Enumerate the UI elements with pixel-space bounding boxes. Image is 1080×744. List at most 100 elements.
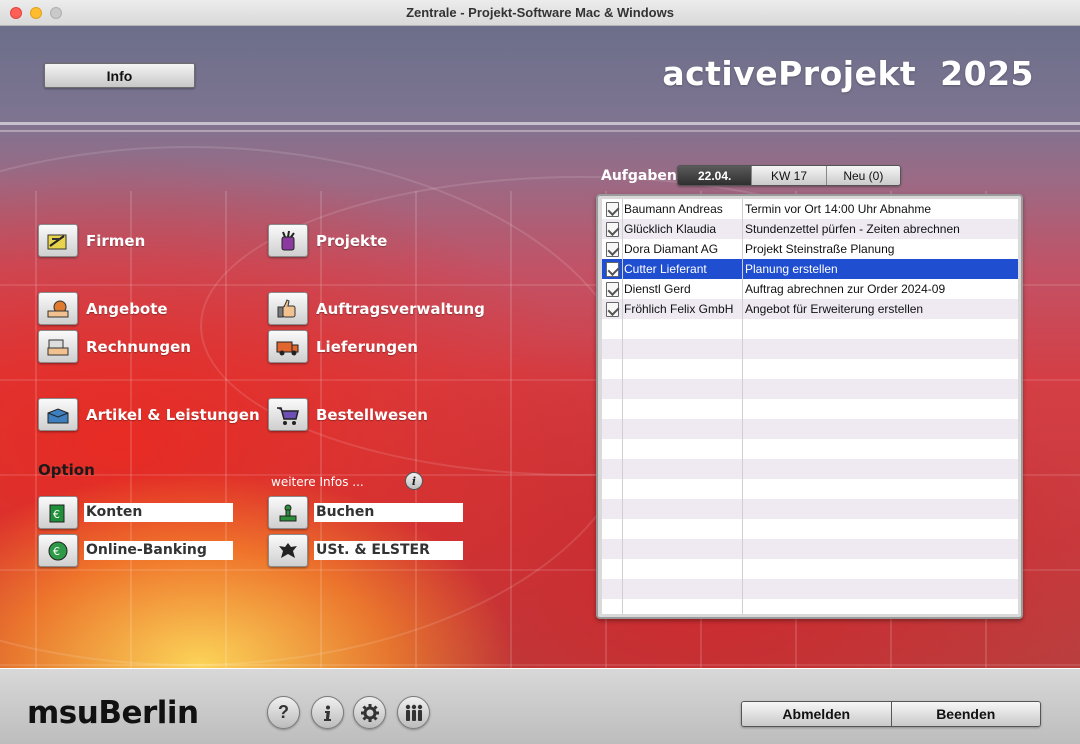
task-row[interactable]: Baumann Andreas Termin vor Ort 14:00 Uhr …	[602, 199, 1018, 219]
task-checkbox-icon[interactable]	[602, 259, 622, 279]
option-label: Konten	[84, 503, 233, 522]
empty-row	[602, 399, 1018, 419]
thumbs-up-icon	[268, 292, 308, 325]
window-title: Zentrale - Projekt-Software Mac & Window…	[406, 5, 674, 20]
euro-coin-icon: €	[38, 534, 78, 567]
task-contact: Cutter Lieferant	[624, 262, 707, 276]
module-label: Firmen	[86, 231, 146, 250]
module-bestellwesen[interactable]: Bestellwesen	[268, 398, 428, 431]
tasks-filter-tabs: 22.04. KW 17 Neu (0)	[677, 165, 901, 186]
task-row[interactable]: Dienstl Gerd Auftrag abrechnen zur Order …	[602, 279, 1018, 299]
module-lieferungen[interactable]: Lieferungen	[268, 330, 418, 363]
settings-icon[interactable]	[353, 696, 386, 729]
federal-eagle-icon	[268, 534, 308, 567]
module-artikel[interactable]: Artikel & Leistungen	[38, 398, 260, 431]
window-titlebar: Zentrale - Projekt-Software Mac & Window…	[0, 0, 1080, 26]
maximize-window-button[interactable]	[50, 7, 62, 19]
option-online-banking[interactable]: € Online-Banking	[38, 534, 233, 567]
more-info-icon[interactable]: i	[405, 472, 423, 490]
task-checkbox-icon[interactable]	[602, 219, 622, 239]
tab-new[interactable]: Neu (0)	[826, 166, 900, 185]
module-label: Bestellwesen	[316, 405, 428, 424]
task-checkbox-icon[interactable]	[602, 199, 622, 219]
quit-button[interactable]: Beenden	[891, 702, 1040, 726]
empty-row	[602, 539, 1018, 559]
task-description: Planung erstellen	[745, 262, 838, 276]
svg-text:€: €	[53, 545, 60, 558]
brand-title: activeProjekt 2025	[662, 54, 1034, 93]
module-auftragsverwaltung[interactable]: Auftragsverwaltung	[268, 292, 485, 325]
tasks-rows: Baumann Andreas Termin vor Ort 14:00 Uhr …	[602, 199, 1018, 614]
info-button[interactable]: Info	[44, 63, 195, 88]
empty-row	[602, 559, 1018, 579]
option-heading: Option	[38, 461, 95, 479]
column-divider	[742, 199, 743, 614]
option-ust-elster[interactable]: USt. & ELSTER	[268, 534, 463, 567]
module-label: Rechnungen	[86, 337, 191, 356]
accounts-icon: €	[38, 496, 78, 529]
module-firmen[interactable]: Firmen	[38, 224, 145, 257]
task-contact: Glücklich Klaudia	[624, 222, 717, 236]
empty-row	[602, 579, 1018, 599]
module-projekte[interactable]: Projekte	[268, 224, 387, 257]
task-description: Stundenzettel pürfen - Zeiten abrechnen	[745, 222, 960, 236]
module-rechnungen[interactable]: Rechnungen	[38, 330, 191, 363]
option-label: Buchen	[314, 503, 463, 522]
tasks-heading: Aufgaben	[601, 168, 677, 184]
projects-icon	[268, 224, 308, 257]
task-description: Angebot für Erweiterung erstellen	[745, 302, 924, 316]
box-icon	[38, 398, 78, 431]
empty-row	[602, 499, 1018, 519]
info-icon[interactable]	[311, 696, 344, 729]
empty-row	[602, 479, 1018, 499]
company-logo: msuBerlin	[27, 695, 199, 731]
empty-row	[602, 419, 1018, 439]
empty-row	[602, 459, 1018, 479]
shopping-cart-icon	[268, 398, 308, 431]
task-description: Termin vor Ort 14:00 Uhr Abnahme	[745, 202, 932, 216]
session-buttons: Abmelden Beenden	[741, 701, 1041, 727]
tasks-list[interactable]: Baumann Andreas Termin vor Ort 14:00 Uhr …	[602, 199, 1018, 614]
task-contact: Baumann Andreas	[624, 202, 723, 216]
task-row[interactable]: Glücklich Klaudia Stundenzettel pürfen - …	[602, 219, 1018, 239]
column-divider	[622, 199, 623, 614]
option-label: Online-Banking	[84, 541, 233, 560]
tab-week[interactable]: KW 17	[752, 166, 827, 185]
task-contact: Dora Diamant AG	[624, 242, 719, 256]
task-description: Auftrag abrechnen zur Order 2024-09	[745, 282, 946, 296]
logout-button[interactable]: Abmelden	[742, 702, 892, 726]
task-description: Projekt Steinstraße Planung	[745, 242, 895, 256]
option-konten[interactable]: € Konten	[38, 496, 233, 529]
empty-row	[602, 319, 1018, 339]
header-divider	[0, 130, 1080, 132]
task-contact: Dienstl Gerd	[624, 282, 691, 296]
stamp-icon	[268, 496, 308, 529]
option-buchen[interactable]: Buchen	[268, 496, 463, 529]
task-contact: Fröhlich Felix GmbH	[624, 302, 734, 316]
empty-row	[602, 599, 1018, 614]
empty-row	[602, 339, 1018, 359]
users-icon[interactable]	[397, 696, 430, 729]
module-angebote[interactable]: Angebote	[38, 292, 168, 325]
help-icon[interactable]: ?	[267, 696, 300, 729]
module-label: Artikel & Leistungen	[86, 405, 260, 424]
footer-bar: msuBerlin ? Abmelden Beenden	[0, 668, 1080, 744]
module-label: Angebote	[86, 299, 168, 318]
option-label: USt. & ELSTER	[314, 541, 463, 560]
close-window-button[interactable]	[10, 7, 22, 19]
offers-icon	[38, 292, 78, 325]
task-row[interactable]: Dora Diamant AG Projekt Steinstraße Planu…	[602, 239, 1018, 259]
more-info-label: weitere Infos ...	[271, 475, 364, 489]
window-controls	[10, 7, 62, 19]
task-checkbox-icon[interactable]	[602, 299, 622, 319]
task-checkbox-icon[interactable]	[602, 239, 622, 259]
companies-icon	[38, 224, 78, 257]
empty-row	[602, 379, 1018, 399]
empty-row	[602, 439, 1018, 459]
task-row[interactable]: Cutter Lieferant Planung erstellen	[602, 259, 1018, 279]
minimize-window-button[interactable]	[30, 7, 42, 19]
tab-today[interactable]: 22.04.	[678, 166, 753, 185]
task-row[interactable]: Fröhlich Felix GmbH Angebot für Erweiteru…	[602, 299, 1018, 319]
task-checkbox-icon[interactable]	[602, 279, 622, 299]
empty-row	[602, 519, 1018, 539]
